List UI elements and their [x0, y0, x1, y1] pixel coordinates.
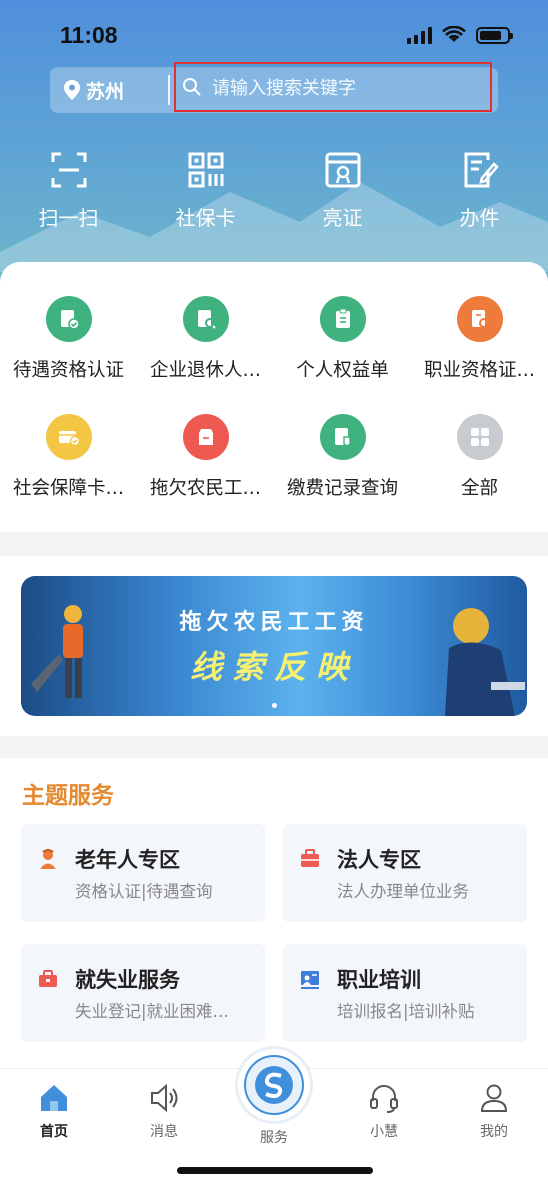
hrss-logo-icon	[244, 1055, 304, 1115]
banner-subtitle: 线索反映	[189, 648, 358, 686]
search-bar: 苏州 请输入搜索关键字	[50, 62, 498, 113]
doc-search-icon	[182, 296, 229, 342]
qr-card-icon	[188, 152, 223, 188]
theme-title: 主题服务	[22, 783, 114, 809]
training-icon	[301, 971, 319, 989]
theme-card-name: 就失业服务	[75, 968, 180, 992]
quick-action-label: 亮证	[322, 206, 363, 230]
wage-icon	[182, 414, 229, 460]
certificate-icon	[325, 152, 360, 188]
service-label: 待遇资格认证	[12, 360, 124, 381]
quick-action-label: 办件	[459, 206, 500, 230]
status-bar: 11:08	[0, 0, 548, 70]
status-icons	[407, 26, 513, 44]
quick-action-scan[interactable]: 扫一扫	[0, 150, 137, 231]
user-icon	[480, 1084, 508, 1112]
wifi-icon	[442, 26, 466, 42]
search-divider	[168, 75, 170, 105]
tab-messages[interactable]: 消息	[124, 1081, 204, 1141]
quick-action-cases[interactable]: 办件	[411, 150, 548, 231]
service-vocational-cert[interactable]: 职业资格证…	[411, 296, 548, 414]
tab-label: 首页	[40, 1124, 68, 1140]
grid-all-icon	[456, 414, 503, 460]
search-input[interactable]: 请输入搜索关键字	[174, 62, 492, 112]
theme-card-name: 法人专区	[337, 848, 421, 872]
service-migrant-wages[interactable]: 拖欠农民工…	[137, 414, 274, 532]
carousel-dot	[272, 703, 277, 708]
toolbox-icon	[39, 970, 57, 987]
service-label: 个人权益单	[296, 360, 389, 381]
service-all[interactable]: 全部	[411, 414, 548, 532]
tab-label: 小慧	[370, 1124, 398, 1140]
theme-card-legal-person[interactable]: 法人专区 法人办理单位业务	[283, 824, 527, 922]
quick-action-label: 扫一扫	[38, 206, 99, 230]
clipboard-icon	[319, 296, 366, 342]
tab-profile[interactable]: 我的	[454, 1081, 534, 1141]
briefcase-icon	[301, 849, 319, 867]
quick-actions: 扫一扫 社保卡 亮证 办件	[0, 150, 548, 231]
banner-section: 拖欠农民工工资 线索反映	[0, 556, 548, 736]
service-payment-records[interactable]: 缴费记录查询	[274, 414, 411, 532]
service-ss-card[interactable]: 社会保障卡…	[0, 414, 137, 532]
tab-label: 我的	[480, 1124, 508, 1140]
headset-icon	[370, 1085, 398, 1113]
services-logo-button[interactable]	[238, 1049, 310, 1121]
quick-action-label: 社保卡	[175, 206, 236, 230]
quick-action-social-card[interactable]: 社保卡	[137, 150, 274, 231]
tab-assistant[interactable]: 小慧	[344, 1081, 424, 1141]
theme-card-sub: 法人办理单位业务	[337, 882, 469, 901]
service-grid-card: 待遇资格认证 企业退休人… 个人权益单 职业资格证… 社会保障卡… 拖欠农民工……	[0, 262, 548, 532]
search-icon	[183, 78, 201, 96]
payment-record-icon	[319, 414, 366, 460]
search-placeholder: 请输入搜索关键字	[212, 78, 356, 99]
location-pin-icon	[64, 80, 80, 100]
banner-migrant-wages[interactable]: 拖欠农民工工资 线索反映	[21, 576, 527, 716]
service-label: 企业退休人…	[149, 360, 261, 381]
theme-card-name: 老年人专区	[75, 848, 180, 872]
service-label: 拖欠农民工…	[149, 478, 261, 499]
status-time: 11:08	[60, 22, 118, 48]
signal-icon	[407, 26, 432, 44]
doc-check-icon	[45, 296, 92, 342]
theme-card-elderly[interactable]: 老年人专区 资格认证|待遇查询	[21, 824, 265, 922]
theme-card-employment[interactable]: 就失业服务 失业登记|就业困难…	[21, 944, 265, 1042]
scan-icon	[51, 152, 86, 188]
service-rights-list[interactable]: 个人权益单	[274, 296, 411, 414]
elder-icon	[40, 849, 56, 869]
theme-card-sub: 培训报名|培训补贴	[337, 1002, 475, 1021]
card-check-icon	[45, 414, 92, 460]
theme-card-sub: 失业登记|就业困难…	[75, 1002, 230, 1021]
service-retiree[interactable]: 企业退休人…	[137, 296, 274, 414]
cert-search-icon	[456, 296, 503, 342]
theme-card-training[interactable]: 职业培训 培训报名|培训补贴	[283, 944, 527, 1042]
service-label: 社会保障卡…	[12, 478, 124, 499]
theme-card-name: 职业培训	[337, 968, 421, 992]
home-indicator	[177, 1167, 373, 1174]
service-label: 职业资格证…	[423, 360, 535, 381]
city-label: 苏州	[86, 80, 125, 103]
tab-services[interactable]: 服务	[234, 1127, 314, 1147]
service-label: 全部	[460, 478, 498, 499]
service-label: 缴费记录查询	[286, 478, 398, 499]
tab-label: 消息	[150, 1124, 178, 1140]
theme-card-sub: 资格认证|待遇查询	[75, 882, 213, 901]
theme-services: 主题服务 老年人专区 资格认证|待遇查询 法人专区 法人办理单位业务 就失业服务…	[0, 758, 548, 1068]
city-selector[interactable]: 苏州	[50, 77, 168, 104]
banner-title: 拖欠农民工工资	[179, 609, 369, 635]
service-benefit-cert[interactable]: 待遇资格认证	[0, 296, 137, 414]
home-icon	[41, 1085, 67, 1111]
quick-action-show-cert[interactable]: 亮证	[274, 150, 411, 231]
edit-doc-icon	[464, 152, 499, 188]
speaker-icon	[151, 1083, 178, 1113]
tab-label: 服务	[260, 1130, 288, 1146]
service-grid: 待遇资格认证 企业退休人… 个人权益单 职业资格证… 社会保障卡… 拖欠农民工……	[0, 296, 548, 532]
tab-home[interactable]: 首页	[14, 1081, 94, 1141]
battery-icon	[476, 26, 513, 44]
